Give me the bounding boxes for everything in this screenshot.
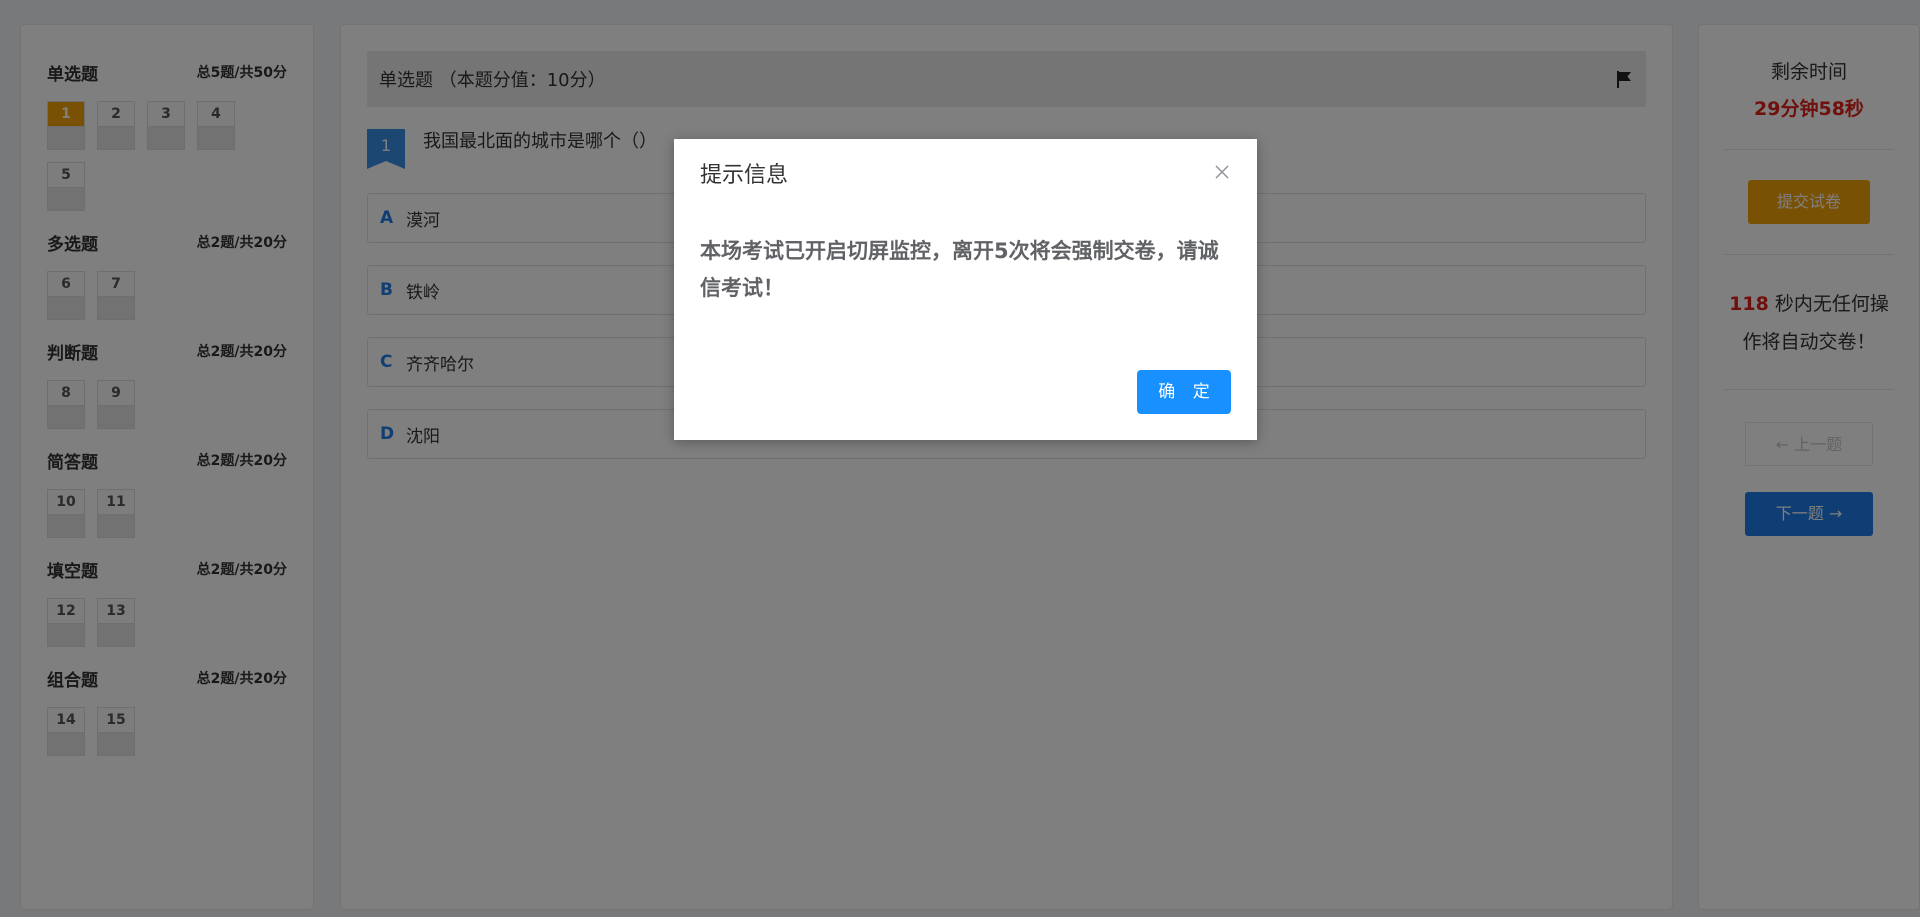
dialog-message: 本场考试已开启切屏监控，离开5次将会强制交卷，请诚信考试！ [700,239,1219,300]
confirm-button[interactable]: 确 定 [1137,370,1231,414]
close-icon[interactable] [1213,163,1231,181]
modal-overlay[interactable] [0,0,1920,917]
dialog-title: 提示信息 [700,163,789,188]
notice-dialog: 提示信息 本场考试已开启切屏监控，离开5次将会强制交卷，请诚信考试！ 确 定 [674,139,1257,440]
